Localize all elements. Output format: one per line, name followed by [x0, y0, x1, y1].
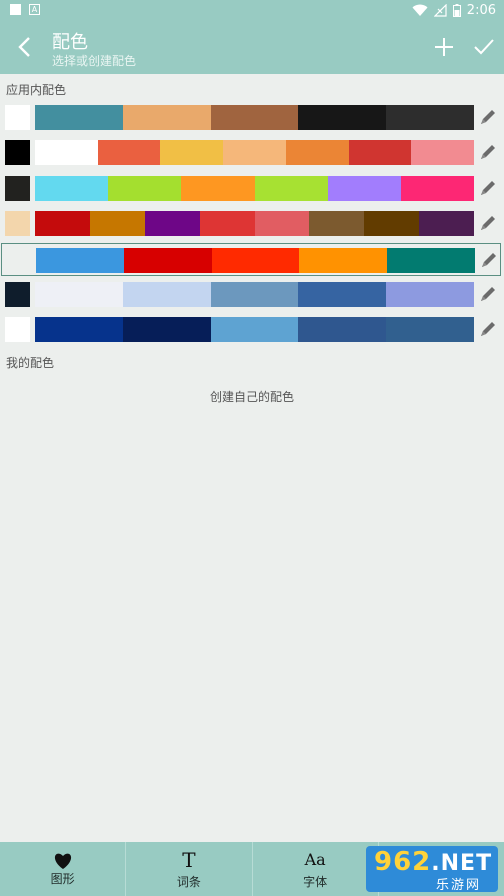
color-swatch [364, 211, 420, 236]
edit-pencil-icon[interactable] [478, 319, 498, 339]
clock: 2:06 [466, 3, 496, 18]
palette-row[interactable] [0, 171, 504, 206]
palette-row[interactable] [0, 277, 504, 312]
background-color-swatch [6, 248, 31, 273]
notification-icon [10, 4, 21, 15]
color-swatch [123, 248, 212, 273]
color-swatch [411, 140, 475, 165]
color-swatch [327, 176, 401, 201]
color-swatch [299, 248, 388, 273]
back-arrow-icon[interactable] [14, 34, 36, 60]
palette-row[interactable] [0, 206, 504, 241]
color-swatch [181, 176, 255, 201]
tab-label: 词条 [176, 874, 201, 889]
edit-pencil-icon[interactable] [478, 142, 498, 162]
color-swatch [309, 211, 365, 236]
wifi-icon [412, 4, 428, 16]
background-color-swatch [5, 317, 30, 342]
color-swatch [108, 176, 182, 201]
color-strip [35, 176, 475, 201]
page-title: 配色 [52, 32, 88, 53]
color-swatch [298, 105, 387, 130]
background-color-swatch [5, 105, 30, 130]
palette-row[interactable] [1, 243, 501, 276]
color-swatch [35, 317, 123, 342]
color-swatch [298, 317, 387, 342]
watermark-main: 962.NET [374, 847, 493, 877]
my-palettes-label: 我的配色 [6, 356, 55, 370]
color-swatch [348, 140, 412, 165]
color-swatch [160, 140, 224, 165]
a-notification-icon: A [29, 4, 40, 15]
color-strip [35, 282, 474, 307]
color-strip [35, 211, 474, 236]
background-color-swatch [5, 211, 30, 236]
color-swatch [211, 248, 300, 273]
color-swatch [36, 248, 124, 273]
color-swatch [210, 317, 299, 342]
status-bar: A 2:06 [0, 0, 504, 22]
color-swatch [386, 282, 474, 307]
color-swatch [35, 105, 123, 130]
tab-fonts[interactable]: Aa 字体 [253, 842, 379, 896]
background-color-swatch [5, 282, 30, 307]
add-icon[interactable] [432, 34, 456, 60]
color-swatch [400, 176, 475, 201]
color-strip [35, 105, 474, 130]
color-swatch [97, 140, 161, 165]
builtin-palettes-label: 应用内配色 [6, 83, 67, 97]
color-swatch [298, 282, 387, 307]
tab-shapes[interactable]: 图形 [0, 842, 127, 896]
edit-pencil-icon[interactable] [478, 107, 498, 127]
color-swatch [35, 176, 109, 201]
tab-words[interactable]: T 词条 [126, 842, 253, 896]
watermark-sub: 乐游网 [436, 878, 482, 893]
color-strip [35, 140, 475, 165]
background-color-swatch [5, 140, 30, 165]
color-swatch [144, 211, 200, 236]
create-palette-hint[interactable]: 创建自己的配色 [0, 388, 504, 405]
palette-row[interactable] [0, 135, 504, 170]
font-icon: Aa [304, 849, 326, 869]
color-swatch [210, 282, 299, 307]
battery-icon [452, 4, 461, 17]
color-swatch [210, 105, 299, 130]
color-swatch [223, 140, 286, 165]
color-swatch [386, 317, 474, 342]
signal-off-icon [433, 4, 447, 17]
text-icon: T [182, 847, 196, 872]
color-swatch [254, 211, 310, 236]
color-swatch [35, 211, 90, 236]
background-color-swatch [5, 176, 30, 201]
edit-pencil-icon[interactable] [478, 284, 498, 304]
color-swatch [122, 105, 211, 130]
app-bar: 配色 选择或创建配色 [0, 22, 504, 74]
heart-icon [54, 853, 71, 869]
color-swatch [122, 282, 211, 307]
color-strip [36, 248, 475, 273]
color-swatch [199, 211, 255, 236]
color-strip [35, 317, 474, 342]
edit-pencil-icon[interactable] [478, 213, 498, 233]
palette-row[interactable] [0, 100, 504, 135]
color-swatch [35, 282, 123, 307]
edit-pencil-icon[interactable] [478, 178, 498, 198]
palette-row[interactable] [0, 312, 504, 347]
watermark-logo: 962.NET 乐游网 [366, 846, 498, 893]
tab-label: 图形 [50, 871, 75, 886]
color-swatch [387, 248, 475, 273]
color-swatch [89, 211, 145, 236]
tab-label: 字体 [303, 874, 328, 889]
edit-pencil-icon[interactable] [479, 250, 499, 270]
check-icon[interactable] [472, 34, 496, 60]
page-subtitle: 选择或创建配色 [52, 54, 137, 68]
color-swatch [122, 317, 211, 342]
color-swatch [419, 211, 474, 236]
color-swatch [254, 176, 328, 201]
color-swatch [386, 105, 474, 130]
color-swatch [285, 140, 349, 165]
color-swatch [35, 140, 98, 165]
